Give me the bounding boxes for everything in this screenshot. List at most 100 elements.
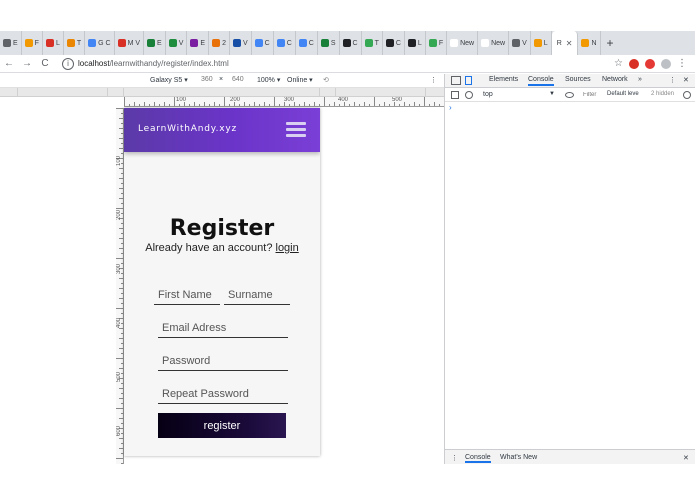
ruler-tick — [409, 104, 410, 106]
browser-tab[interactable]: New — [478, 31, 510, 55]
console-filter-input[interactable] — [583, 90, 603, 99]
tab-console[interactable]: Console — [528, 76, 554, 86]
adblock-icon[interactable] — [645, 58, 655, 69]
drawer-tab-console[interactable]: Console — [465, 454, 491, 463]
browser-tab[interactable]: V — [166, 31, 188, 55]
tab-favicon-icon — [254, 39, 263, 47]
devtools-menu-icon[interactable]: ⋮ — [669, 76, 676, 84]
browser-tab[interactable]: C — [274, 31, 296, 55]
tab-label: S — [330, 39, 336, 47]
network-select[interactable]: Online ▾ — [287, 76, 313, 84]
tab-favicon-icon — [276, 39, 285, 47]
browser-tab[interactable]: C — [252, 31, 274, 55]
log-levels-select[interactable]: Default leve — [607, 91, 639, 97]
tab-sources[interactable]: Sources — [565, 76, 591, 83]
inspect-element-icon[interactable] — [451, 76, 461, 85]
browser-tab[interactable]: L — [43, 31, 64, 55]
browser-tab[interactable]: T — [64, 31, 86, 55]
ruler-tick — [339, 104, 340, 106]
devtools-close-icon[interactable]: ✕ — [683, 76, 689, 84]
console-settings-gear-icon[interactable] — [683, 91, 691, 99]
bookmark-star-icon[interactable]: ☆ — [614, 58, 623, 69]
new-tab-button[interactable]: + — [601, 36, 620, 50]
more-tabs-icon[interactable]: » — [638, 76, 642, 83]
browser-tab-active[interactable]: R ✕ — [551, 31, 579, 55]
profile-avatar[interactable] — [661, 58, 671, 69]
media-segment[interactable] — [18, 88, 108, 96]
tab-close-icon[interactable]: ✕ — [566, 39, 573, 48]
ruler-tick — [179, 104, 180, 106]
email-input[interactable] — [158, 318, 288, 338]
ruler-tick — [379, 104, 380, 106]
browser-tab[interactable]: F — [22, 31, 43, 55]
ruler-label: 400 — [116, 317, 122, 328]
url-field[interactable]: localhost/learnwithandy/register/index.h… — [78, 59, 229, 68]
ruler-tick — [119, 328, 123, 329]
browser-tab[interactable]: C — [340, 31, 362, 55]
browser-tab[interactable]: 2 — [209, 31, 230, 55]
tab-network[interactable]: Network — [602, 76, 628, 83]
register-button[interactable]: register — [158, 413, 286, 438]
browser-tab[interactable]: E — [144, 31, 166, 55]
tab-label: New — [491, 39, 506, 47]
rotate-icon[interactable]: ⟲ — [323, 76, 329, 84]
hamburger-menu-icon[interactable] — [286, 122, 306, 138]
info-icon[interactable]: i — [62, 57, 74, 70]
first-name-input[interactable] — [154, 285, 220, 305]
reload-button[interactable]: C — [36, 58, 54, 69]
browser-tab[interactable]: V — [509, 31, 531, 55]
forward-button[interactable]: → — [18, 58, 36, 69]
ruler-tick — [164, 102, 165, 106]
browser-tab[interactable]: M V — [115, 31, 145, 55]
clear-console-icon[interactable] — [465, 91, 473, 99]
browser-tab[interactable]: C — [296, 31, 318, 55]
browser-tab[interactable]: L — [531, 31, 552, 55]
browser-tab[interactable]: E — [187, 31, 210, 55]
browser-tab[interactable]: New — [447, 31, 479, 55]
ruler-tick — [294, 102, 295, 106]
password-input[interactable] — [158, 351, 288, 371]
media-segment[interactable] — [124, 88, 320, 96]
back-button[interactable]: ← — [0, 58, 18, 69]
device-width[interactable]: 360 — [201, 76, 213, 83]
context-dropdown-icon[interactable]: ▼ — [549, 91, 555, 97]
console-prompt[interactable]: › — [449, 103, 452, 112]
browser-tab[interactable]: S — [318, 31, 340, 55]
browser-tab[interactable]: T — [362, 31, 383, 55]
device-select[interactable]: Galaxy S5 ▾ — [150, 76, 188, 84]
browser-menu-icon[interactable]: ⋮ — [677, 58, 687, 69]
ruler-tick — [121, 343, 123, 344]
media-segment[interactable] — [108, 88, 124, 96]
login-link[interactable]: login — [276, 242, 299, 254]
browser-tab[interactable]: G C — [85, 31, 115, 55]
ruler-tick — [121, 443, 123, 444]
device-toggle-icon[interactable] — [465, 76, 472, 85]
browser-tab[interactable]: L — [405, 31, 426, 55]
tab-elements[interactable]: Elements — [489, 76, 518, 83]
media-segment[interactable] — [320, 88, 336, 96]
device-height[interactable]: 640 — [232, 76, 244, 83]
drawer-close-icon[interactable]: ✕ — [683, 454, 689, 462]
repeat-password-input[interactable] — [158, 384, 288, 404]
tab-label: T — [76, 39, 82, 47]
brand-logo[interactable]: LearnWithAndy.xyz — [138, 124, 237, 134]
drawer-tab-whats-new[interactable]: What's New — [500, 454, 537, 461]
browser-tab[interactable]: C — [383, 31, 405, 55]
browser-tab[interactable]: F — [426, 31, 448, 55]
browser-tab[interactable]: N — [578, 31, 601, 55]
live-expression-eye-icon[interactable] — [565, 92, 574, 98]
ruler-tick — [121, 203, 123, 204]
devtools-tab-bar: Elements Console Sources Network » ⋮ ✕ — [445, 74, 695, 88]
browser-tab[interactable]: E — [0, 31, 22, 55]
zoom-select[interactable]: 100% ▾ — [257, 76, 280, 84]
media-segment[interactable] — [0, 88, 18, 96]
media-segment[interactable] — [336, 88, 426, 96]
surname-input[interactable] — [224, 285, 290, 305]
device-toolbar-more-icon[interactable]: ⋮ — [430, 76, 437, 84]
drawer-menu-icon[interactable]: ⋮ — [451, 454, 458, 462]
console-sidebar-icon[interactable] — [451, 91, 459, 99]
ruler-tick — [324, 97, 325, 106]
extension-icon[interactable] — [629, 58, 639, 69]
context-select[interactable]: top — [483, 91, 493, 98]
browser-tab[interactable]: V — [230, 31, 252, 55]
